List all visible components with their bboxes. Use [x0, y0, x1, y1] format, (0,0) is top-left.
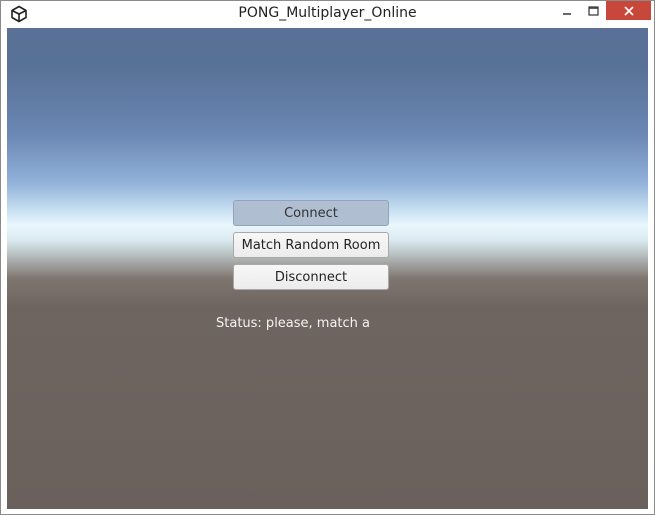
minimize-button[interactable] [554, 1, 580, 20]
app-window: PONG_Multiplayer_Online Connect Match Ra… [0, 0, 655, 515]
status-label: Status: please, match a [216, 316, 371, 331]
title-bar[interactable]: PONG_Multiplayer_Online [1, 1, 654, 27]
close-button[interactable] [606, 1, 651, 20]
game-viewport: Connect Match Random Room Disconnect Sta… [7, 28, 648, 509]
disconnect-button[interactable]: Disconnect [233, 264, 389, 290]
minimize-icon [563, 12, 571, 15]
maximize-button[interactable] [580, 1, 606, 20]
match-random-room-button[interactable]: Match Random Room [233, 232, 389, 258]
maximize-icon [587, 5, 599, 16]
connect-button[interactable]: Connect [233, 200, 389, 226]
close-icon [623, 5, 634, 16]
